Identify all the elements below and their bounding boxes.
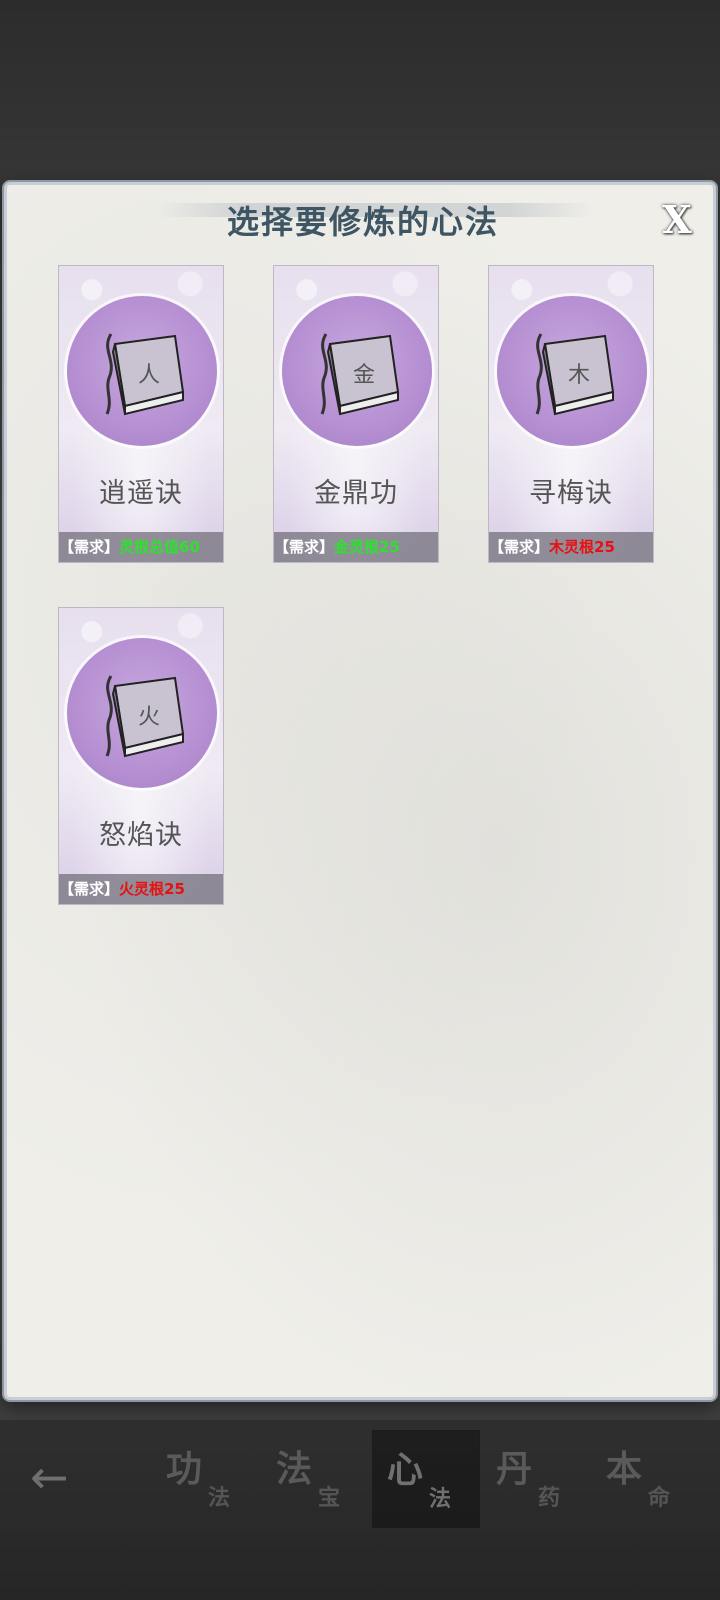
book-icon: 木 [535,333,615,416]
tab-sublabel: 命 [648,1485,671,1511]
tab-label: 丹 [496,1448,533,1490]
svg-text:人: 人 [138,363,160,388]
requirement-tag: 【需求】 [59,538,120,556]
requirement-value: 金灵根25 [334,538,400,556]
method-card-2[interactable]: 木 寻梅诀 【需求】木灵根25 [488,265,654,563]
tab-benming[interactable]: 本 命 [592,1430,698,1526]
tab-label: 功 [166,1448,203,1490]
requirement-bar: 【需求】火灵根25 [59,874,223,904]
requirement-tag: 【需求】 [274,538,335,556]
svg-text:火: 火 [138,705,160,730]
requirement-tag: 【需求】 [489,538,550,556]
tab-danyao[interactable]: 丹 药 [482,1430,588,1526]
method-card-0[interactable]: 人 逍遥诀 【需求】灵根总值60 [58,265,224,563]
method-card-3[interactable]: 火 怒焰诀 【需求】火灵根25 [58,607,224,905]
tab-sublabel: 法 [429,1486,452,1512]
tab-label: 心 [387,1449,424,1491]
svg-text:金: 金 [353,363,375,388]
svg-text:木: 木 [568,363,590,388]
book-icon: 火 [105,675,185,758]
dialog-title: 选择要修炼的心法 [226,203,499,241]
requirement-tag: 【需求】 [59,880,120,898]
method-name: 逍遥诀 [99,478,183,509]
requirement-bar: 【需求】木灵根25 [489,532,653,562]
requirement-value: 木灵根25 [549,538,615,556]
tab-sublabel: 法 [208,1485,231,1511]
tab-sublabel: 宝 [318,1485,341,1511]
method-name: 金鼎功 [314,478,398,509]
requirement-value: 火灵根25 [119,880,185,898]
tab-label: 本 [606,1448,643,1490]
tab-gongfa[interactable]: 功 法 [152,1430,258,1526]
close-button[interactable]: X [659,197,695,242]
tab-xinfa[interactable]: 心 法 [372,1430,480,1528]
tab-fabao[interactable]: 法 宝 [262,1430,368,1526]
requirement-value: 灵根总值60 [119,538,200,556]
tab-sublabel: 药 [538,1485,561,1511]
tab-label: 法 [276,1448,313,1490]
method-card-1[interactable]: 金 金鼎功 【需求】金灵根25 [273,265,439,563]
requirement-bar: 【需求】金灵根25 [274,532,438,562]
bottom-nav: ← 功 法 法 宝 心 法 丹 药 本 命 [0,1430,720,1550]
book-icon: 人 [105,333,185,416]
method-name: 寻梅诀 [529,478,613,509]
method-name: 怒焰诀 [99,820,183,851]
back-arrow-icon[interactable]: ← [30,1452,90,1502]
heart-method-dialog: 选择要修炼的心法 X 人 逍遥诀 【需求】灵根总值60 金 金鼎功 【需求】金灵… [4,182,716,1400]
requirement-bar: 【需求】灵根总值60 [59,532,223,562]
book-icon: 金 [320,333,400,416]
